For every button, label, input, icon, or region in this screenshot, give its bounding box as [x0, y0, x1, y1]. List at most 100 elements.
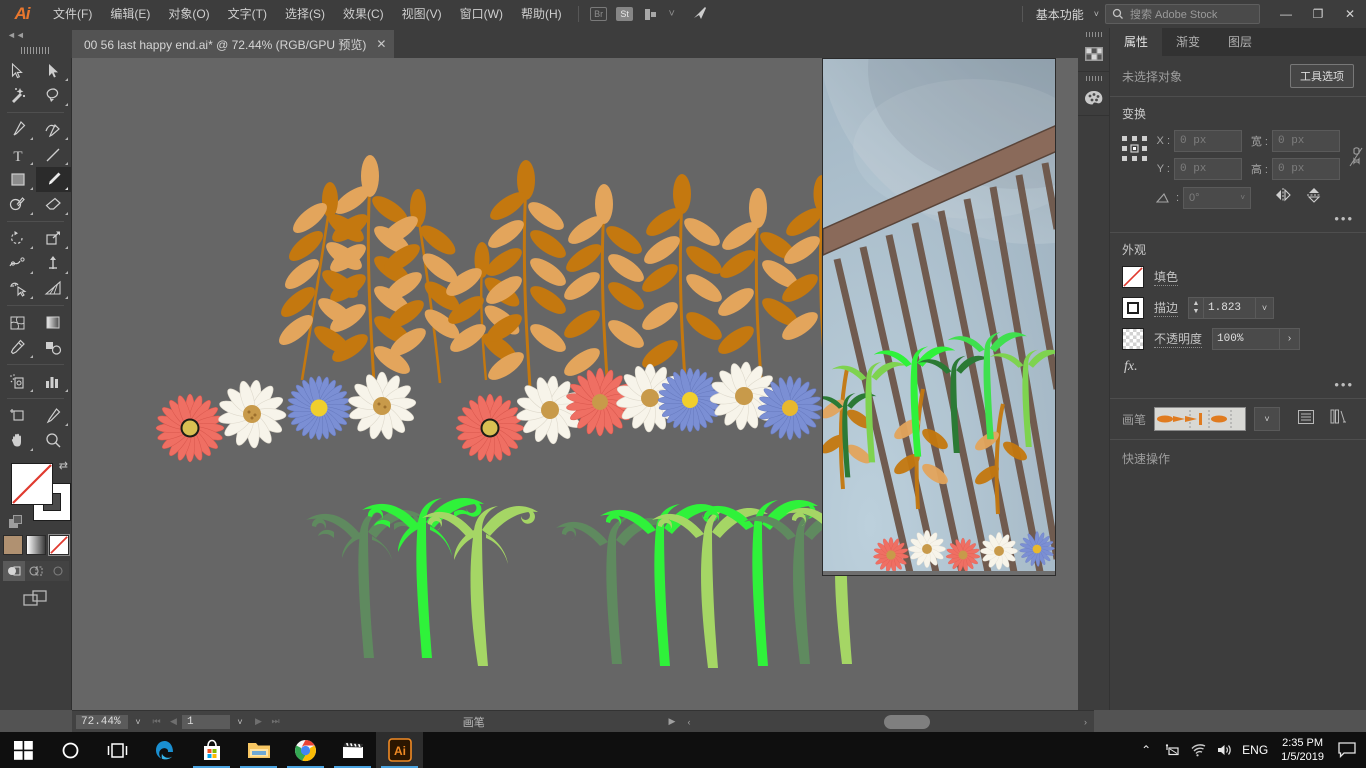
tool-options-button[interactable]: 工具选项 — [1290, 64, 1354, 88]
speaker-icon[interactable] — [1211, 732, 1237, 768]
color-panel-icon[interactable] — [1078, 72, 1110, 116]
stroke-weight-stepper[interactable]: ▲ ▼ 1.823 ˅ — [1188, 297, 1275, 319]
rectangle-tool[interactable] — [0, 167, 36, 192]
h-input[interactable]: 0 px — [1272, 158, 1340, 180]
arrange-documents-icon[interactable] — [638, 4, 664, 24]
change-screen-mode-icon[interactable] — [0, 589, 71, 607]
stepper-down-icon[interactable]: ▼ — [1189, 308, 1203, 316]
menu-file[interactable]: 文件(F) — [44, 0, 101, 28]
line-segment-tool[interactable] — [36, 142, 72, 167]
stock-search-input[interactable]: 搜索 Adobe Stock — [1105, 4, 1260, 24]
scale-tool[interactable] — [36, 226, 72, 251]
movies-tv-icon[interactable] — [329, 732, 376, 768]
canvas-horizontal-scrollbar[interactable] — [698, 714, 1078, 730]
stepper-up-icon[interactable]: ▲ — [1189, 300, 1203, 308]
blend-tool[interactable] — [36, 335, 72, 360]
menu-type[interactable]: 文字(T) — [219, 0, 276, 28]
tab-gradient[interactable]: 渐变 — [1162, 28, 1214, 56]
maximize-button[interactable]: ❐ — [1302, 0, 1334, 28]
eyedropper-tool[interactable] — [0, 335, 36, 360]
menu-view[interactable]: 视图(V) — [393, 0, 451, 28]
task-view-icon[interactable] — [94, 732, 141, 768]
brush-dropdown-icon[interactable]: ˅ — [1254, 407, 1281, 431]
magic-wand-tool[interactable] — [0, 83, 36, 108]
zoom-dropdown-icon[interactable]: ˅ — [128, 717, 148, 727]
eraser-tool[interactable] — [36, 192, 72, 217]
gradient-swatch[interactable] — [25, 535, 46, 555]
collapse-toolbar-icon[interactable]: ◄◄ — [0, 28, 72, 42]
clock[interactable]: 2:35 PM 1/5/2019 — [1273, 736, 1332, 764]
close-tab-icon[interactable]: ✕ — [376, 37, 386, 51]
rotation-angle-input[interactable]: 0° ˅ — [1183, 186, 1251, 209]
menu-effect[interactable]: 效果(C) — [334, 0, 393, 28]
notification-icon[interactable] — [1332, 732, 1362, 768]
mesh-tool[interactable] — [0, 310, 36, 335]
usb-eject-icon[interactable] — [1159, 732, 1185, 768]
draw-behind-icon[interactable] — [24, 561, 47, 581]
x-input[interactable]: 0 px — [1174, 130, 1242, 152]
zoom-tool[interactable] — [36, 428, 72, 453]
lasso-tool[interactable] — [36, 83, 72, 108]
shaper-tool[interactable] — [0, 192, 36, 217]
shape-builder-tool[interactable] — [0, 276, 36, 301]
opacity-options-icon[interactable]: › — [1279, 329, 1299, 349]
default-fill-stroke-icon[interactable] — [9, 515, 23, 529]
reference-point-selector[interactable] — [1122, 136, 1148, 162]
close-button[interactable]: ✕ — [1334, 0, 1366, 28]
menu-object[interactable]: 对象(O) — [159, 0, 218, 28]
link-broken-icon[interactable] — [1348, 146, 1364, 171]
fill-color-swatch[interactable] — [11, 463, 53, 505]
arrange-chevron-down-icon[interactable]: ˅ — [664, 4, 680, 24]
horizontal-scroll-thumb[interactable] — [883, 714, 930, 729]
gradient-tool[interactable] — [36, 310, 72, 335]
selection-tool[interactable] — [0, 58, 36, 83]
opacity-swatch[interactable] — [1122, 328, 1144, 350]
tab-layers[interactable]: 图层 — [1214, 28, 1266, 56]
brush-libraries-icon[interactable] — [1330, 409, 1348, 429]
flip-horizontal-icon[interactable] — [1273, 187, 1293, 208]
next-artboard-button[interactable]: ▶ — [250, 716, 267, 727]
first-artboard-button[interactable]: ⏮ — [148, 716, 165, 727]
none-swatch[interactable] — [47, 534, 70, 556]
microsoft-store-icon[interactable] — [188, 732, 235, 768]
menu-edit[interactable]: 编辑(E) — [101, 0, 159, 28]
zoom-control[interactable]: 72.44% ˅ — [76, 713, 148, 731]
perspective-grid-tool[interactable] — [36, 276, 72, 301]
wifi-icon[interactable] — [1185, 732, 1211, 768]
document-canvas[interactable]: ▲ ▼ — [72, 58, 1094, 710]
hand-tool[interactable] — [0, 428, 36, 453]
appearance-more-options-icon[interactable]: ••• — [1122, 375, 1354, 392]
y-input[interactable]: 0 px — [1174, 158, 1242, 180]
transform-more-options-icon[interactable]: ••• — [1122, 209, 1354, 226]
last-artboard-button[interactable]: ⏭ — [267, 716, 284, 727]
document-tab[interactable]: 00 56 last happy end.ai* @ 72.44% (RGB/G… — [72, 30, 395, 58]
stock-icon[interactable]: St — [612, 4, 638, 24]
w-input[interactable]: 0 px — [1272, 130, 1340, 152]
rotate-tool[interactable] — [0, 226, 36, 251]
opacity-value[interactable]: 100% — [1213, 329, 1279, 349]
brush-options-icon[interactable] — [1298, 409, 1314, 429]
brush-preview-swatch[interactable] — [1154, 407, 1247, 431]
swatches-panel-icon[interactable] — [1078, 28, 1110, 72]
edge-icon[interactable] — [141, 732, 188, 768]
scroll-left-icon[interactable]: ‹ — [681, 717, 698, 727]
status-menu-arrow[interactable]: ▶ — [664, 716, 681, 727]
workspace-switcher[interactable]: 基本功能 ˅ — [1030, 6, 1099, 23]
flip-vertical-icon[interactable] — [1305, 186, 1323, 209]
swap-fill-stroke-icon[interactable]: ⇄ — [59, 459, 68, 472]
color-swatch[interactable] — [2, 535, 23, 555]
chevron-up-icon[interactable]: ⌃ — [1133, 732, 1159, 768]
fx-button[interactable]: fx. — [1122, 359, 1354, 375]
stroke-swatch[interactable] — [1122, 297, 1144, 319]
type-tool[interactable]: T — [0, 142, 36, 167]
column-graph-tool[interactable] — [36, 369, 72, 394]
zoom-level-input[interactable]: 72.44% — [76, 714, 128, 729]
stroke-weight-dropdown-icon[interactable]: ˅ — [1255, 298, 1273, 318]
language-indicator[interactable]: ENG — [1237, 732, 1273, 768]
illustrator-icon[interactable]: Ai — [376, 732, 423, 768]
pen-tool[interactable] — [0, 117, 36, 142]
stroke-weight-value[interactable]: 1.823 — [1203, 298, 1255, 318]
paintbrush-tool[interactable] — [35, 167, 71, 192]
placed-balcony-artwork[interactable] — [822, 58, 1056, 576]
menu-help[interactable]: 帮助(H) — [512, 0, 571, 28]
